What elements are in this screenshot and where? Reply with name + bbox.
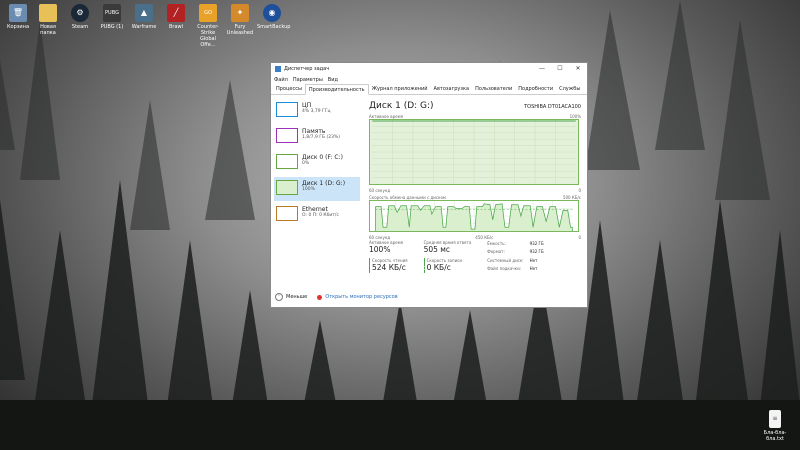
fewer-details-label: Меньше bbox=[286, 294, 308, 300]
active-time-graph bbox=[369, 119, 579, 185]
memory-thumbnail bbox=[276, 128, 298, 143]
chevron-up-icon: ˄ bbox=[275, 293, 283, 301]
steam-icon: ⚙ bbox=[71, 4, 89, 22]
desktop-icon-fury[interactable]: ✦ Fury Unleashed bbox=[225, 4, 255, 36]
resource-monitor-label: Открыть монитор ресурсов bbox=[325, 294, 398, 300]
menu-file[interactable]: Файл bbox=[274, 77, 288, 83]
resource-list: ЦП 4% 3,79 ГГц Память 1,8/7,9 ГБ (23%) Д… bbox=[274, 99, 360, 229]
tab-app-history[interactable]: Журнал приложений bbox=[369, 84, 431, 94]
menu-bar: Файл Параметры Вид bbox=[271, 75, 587, 84]
document-icon: ≡ bbox=[769, 410, 781, 428]
response-time-value: 505 мс bbox=[423, 245, 451, 254]
pubg-icon: PUBG bbox=[103, 4, 121, 22]
graph1-time: 60 секунд bbox=[369, 188, 391, 193]
prop-capacity-key: Ёмкость: bbox=[487, 241, 506, 247]
desktop-icon-brawl[interactable]: ╱ Brawl bbox=[161, 4, 191, 30]
resource-name: Диск 0 (F: C:) bbox=[302, 154, 343, 161]
tab-startup[interactable]: Автозагрузка bbox=[431, 84, 473, 94]
resource-item-memory[interactable]: Память 1,8/7,9 ГБ (23%) bbox=[274, 125, 360, 149]
desktop-icon-text-file[interactable]: ≡ Бла-бла-бла.txt bbox=[760, 410, 790, 442]
desktop-icon-pubg[interactable]: PUBG PUBG (1) bbox=[97, 4, 127, 30]
menu-options[interactable]: Параметры bbox=[293, 77, 323, 83]
window-title: Диспетчер задач bbox=[284, 66, 330, 72]
prop-system-disk-value: Нет bbox=[529, 257, 538, 263]
disk-properties: Ёмкость: 932 ГБ Формат: 932 ГБ Системный д… bbox=[487, 240, 549, 273]
cpu-thumbnail bbox=[276, 102, 298, 117]
resource-sub: 4% 3,79 ГГц bbox=[302, 109, 331, 114]
prop-capacity-value: 932 ГБ bbox=[529, 241, 544, 247]
tab-performance[interactable]: Производительность bbox=[304, 84, 369, 95]
disk-stats: Активное время 100% Скорость чтения 524 … bbox=[369, 240, 581, 273]
task-manager-icon bbox=[275, 66, 281, 72]
resource-name: Ethernet bbox=[302, 206, 328, 213]
resource-item-disk0[interactable]: Диск 0 (F: C:) 0% bbox=[274, 151, 360, 175]
disk-model: TOSHIBA DT01ACA100 bbox=[524, 104, 581, 110]
prop-format-key: Формат: bbox=[487, 249, 505, 255]
prop-system-disk-key: Системный диск: bbox=[487, 257, 524, 263]
resource-sub: 1,8/7,9 ГБ (23%) bbox=[302, 135, 341, 140]
disk1-thumbnail bbox=[276, 180, 298, 195]
read-speed-value: 524 КБ/с bbox=[369, 263, 408, 273]
tab-processes[interactable]: Процессы bbox=[273, 84, 305, 94]
prop-page-file-value: Нет bbox=[529, 265, 538, 271]
title-bar[interactable]: Диспетчер задач — ☐ ✕ bbox=[271, 63, 587, 75]
transfer-rate-graph bbox=[369, 200, 579, 232]
resource-item-cpu[interactable]: ЦП 4% 3,79 ГГц bbox=[274, 99, 360, 123]
disk0-thumbnail bbox=[276, 154, 298, 169]
folder-icon bbox=[39, 4, 57, 22]
desktop-icon-new-folder[interactable]: Новая папка bbox=[33, 4, 63, 36]
task-manager-window: Диспетчер задач — ☐ ✕ Файл Параметры Вид… bbox=[270, 62, 588, 308]
write-speed-value: 0 КБ/с bbox=[423, 263, 472, 273]
resource-sub: О: 0 П: 0 Кбит/с bbox=[302, 213, 339, 218]
csgo-icon: GO bbox=[199, 4, 217, 22]
tab-services[interactable]: Службы bbox=[556, 84, 583, 94]
resource-item-ethernet[interactable]: Ethernet О: 0 П: 0 Кбит/с bbox=[274, 203, 360, 227]
window-footer: ˄ Меньше Открыть монитор ресурсов bbox=[275, 293, 398, 301]
resource-name: Диск 1 (D: G:) bbox=[302, 180, 346, 187]
resource-name: Память bbox=[302, 128, 326, 135]
tab-details[interactable]: Подробности bbox=[515, 84, 556, 94]
minimize-button[interactable]: — bbox=[533, 63, 551, 75]
desktop-icon-csgo[interactable]: GO Counter-Strike Global Offe... bbox=[193, 4, 223, 48]
prop-page-file-key: Файл подкачки: bbox=[487, 265, 522, 271]
desktop-icon-steam[interactable]: ⚙ Steam bbox=[65, 4, 95, 30]
detail-title: Диск 1 (D: G:) bbox=[369, 101, 434, 111]
menu-view[interactable]: Вид bbox=[328, 77, 338, 83]
open-resource-monitor-link[interactable]: Открыть монитор ресурсов bbox=[317, 294, 398, 300]
disk-detail-panel: Диск 1 (D: G:) TOSHIBA DT01ACA100 Активн… bbox=[369, 101, 581, 240]
resource-item-disk1[interactable]: Диск 1 (D: G:) 100% bbox=[274, 177, 360, 201]
graph1-min: 0 bbox=[578, 188, 581, 193]
resource-monitor-icon bbox=[317, 294, 323, 300]
resource-sub: 0% bbox=[302, 161, 310, 166]
resource-name: ЦП bbox=[302, 102, 312, 109]
active-time-value: 100% bbox=[369, 245, 391, 254]
desktop-icon-recycle-bin[interactable]: 🗑 Корзина bbox=[3, 4, 33, 30]
game-icon: ✦ bbox=[231, 4, 249, 22]
close-button[interactable]: ✕ bbox=[569, 63, 587, 75]
desktop-icon-warframe[interactable]: ▲ Warframe bbox=[129, 4, 159, 30]
desktop-icon-smartbackup[interactable]: ◉ SmartBackup bbox=[257, 4, 290, 30]
backup-icon: ◉ bbox=[263, 4, 281, 22]
brawl-icon: ╱ bbox=[167, 4, 185, 22]
prop-format-value: 932 ГБ bbox=[529, 249, 544, 255]
tab-users[interactable]: Пользователи bbox=[472, 84, 515, 94]
maximize-button[interactable]: ☐ bbox=[551, 63, 569, 75]
resource-sub: 100% bbox=[302, 187, 315, 192]
tab-bar: Процессы Производительность Журнал прило… bbox=[271, 84, 587, 95]
fewer-details-button[interactable]: ˄ Меньше bbox=[275, 293, 307, 301]
ethernet-thumbnail bbox=[276, 206, 298, 221]
warframe-icon: ▲ bbox=[135, 4, 153, 22]
recycle-bin-icon: 🗑 bbox=[9, 4, 27, 22]
